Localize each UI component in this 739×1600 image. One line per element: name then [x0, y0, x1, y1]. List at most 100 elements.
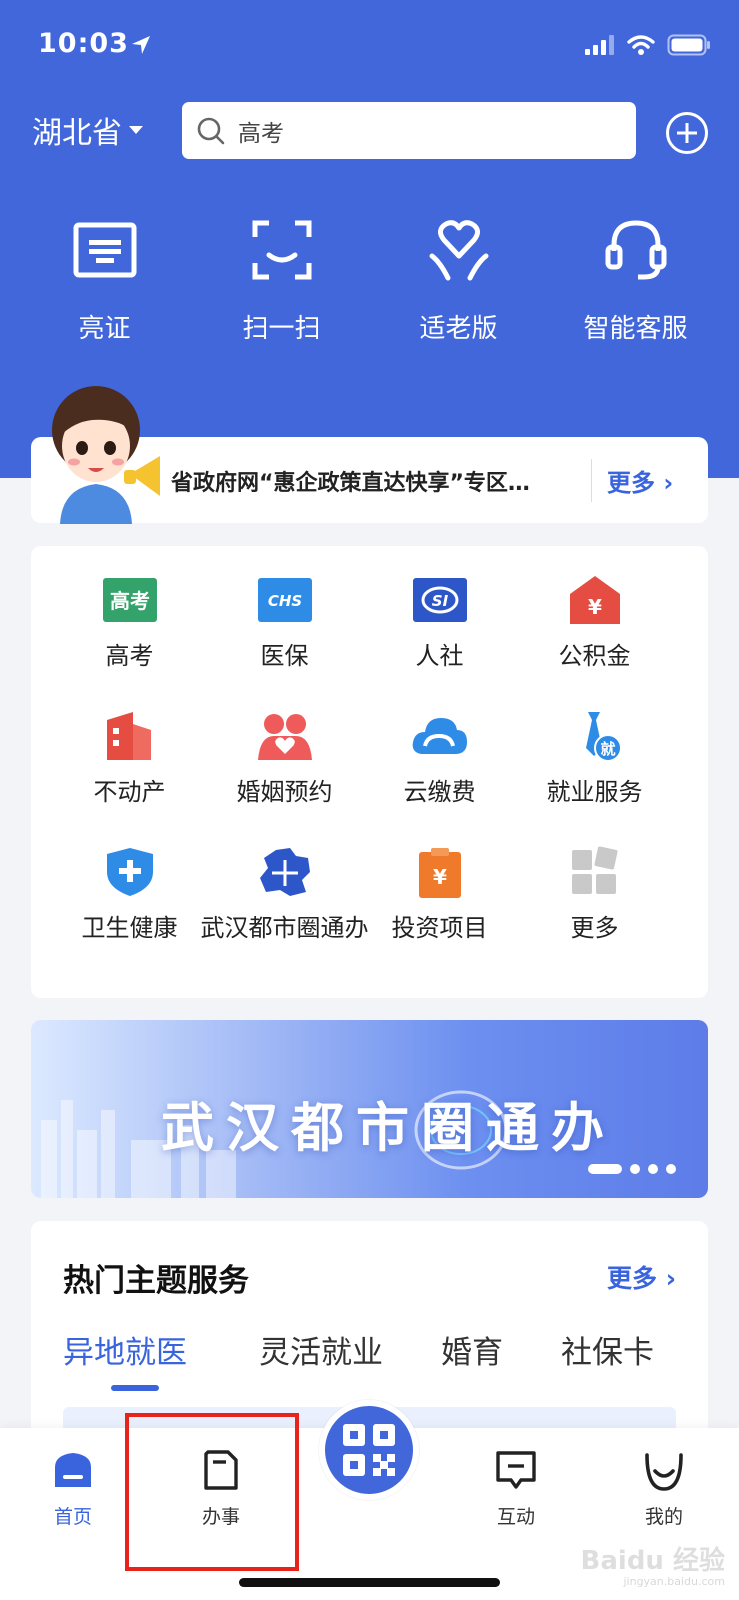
tab-label: 首页: [53, 1506, 92, 1528]
carousel-dot[interactable]: [648, 1164, 658, 1174]
quick-action-scan[interactable]: 扫一扫: [193, 210, 370, 345]
tab-interaction[interactable]: 互动: [461, 1444, 571, 1529]
svg-text:CHS: CHS: [267, 592, 301, 610]
qr-code-icon: [343, 1424, 395, 1476]
medical-insurance-icon: CHS: [257, 578, 312, 622]
carousel-dot-active[interactable]: [588, 1164, 622, 1174]
tab-label: 互动: [496, 1506, 535, 1528]
quick-action-label: 适老版: [419, 314, 498, 344]
quick-action-show-id[interactable]: 亮证: [16, 210, 193, 345]
investment-icon: ¥: [418, 848, 461, 898]
mascot-character-icon: [52, 386, 160, 524]
service-cloud-payment[interactable]: 云缴费: [355, 710, 524, 808]
qr-code-button[interactable]: [319, 1400, 419, 1500]
service-grid: 高考 高考 CHS 医保 SI 人社 ¥ 公积金 不动产 婚姻预约 云缴费 就 …: [31, 546, 708, 998]
svg-text:¥: ¥: [588, 595, 602, 619]
location-arrow-icon: [132, 36, 150, 54]
marriage-icon: [257, 714, 312, 760]
service-gaokao[interactable]: 高考 高考: [45, 574, 214, 672]
search-input[interactable]: 高考: [182, 102, 636, 159]
section-title: 热门主题服务: [63, 1263, 249, 1299]
service-label: 婚姻预约: [236, 778, 333, 806]
search-icon: [197, 117, 225, 144]
quick-action-label: 智能客服: [583, 314, 688, 344]
province-selector[interactable]: 湖北省: [32, 108, 144, 152]
notice-more-link[interactable]: 更多 ›: [607, 463, 673, 498]
scan-icon: [252, 220, 311, 280]
tab-home[interactable]: 首页: [18, 1444, 128, 1529]
service-housing-fund[interactable]: ¥ 公积金: [510, 574, 679, 672]
service-label: 不动产: [93, 778, 166, 806]
tab-marriage-birth[interactable]: 婚育: [441, 1327, 503, 1372]
search-placeholder: 高考: [238, 120, 284, 147]
banner-title: 武汉都市圈通办: [161, 1098, 616, 1159]
svg-text:高考: 高考: [110, 589, 150, 613]
service-social-security[interactable]: SI 人社: [355, 574, 524, 672]
status-time: 10:03: [38, 28, 129, 59]
service-investment[interactable]: ¥ 投资项目: [355, 846, 524, 944]
service-label: 高考: [105, 642, 154, 670]
tab-label: 我的: [644, 1506, 683, 1528]
service-marriage[interactable]: 婚姻预约: [200, 710, 369, 808]
employment-icon: 就: [585, 712, 622, 762]
service-label: 人社: [415, 642, 464, 670]
tab-profile[interactable]: 我的: [609, 1444, 719, 1529]
carousel-dot[interactable]: [630, 1164, 640, 1174]
home-indicator: [239, 1578, 500, 1587]
cloud-payment-icon: [412, 718, 467, 754]
home-icon: [55, 1453, 91, 1487]
divider: [591, 459, 592, 502]
service-label: 云缴费: [403, 778, 476, 806]
notice-text: 省政府网“惠企政策直达快享”专区…: [171, 471, 530, 496]
notice-more-label: 更多: [607, 469, 655, 497]
promo-banner[interactable]: 武汉都市圈通办: [31, 1020, 708, 1198]
svg-text:¥: ¥: [433, 865, 447, 889]
more-grid-icon: [571, 846, 617, 894]
service-label: 就业服务: [546, 778, 643, 806]
service-health[interactable]: 卫生健康: [45, 846, 214, 944]
social-security-icon: SI: [412, 578, 467, 622]
province-label: 湖北省: [32, 116, 122, 151]
service-real-estate[interactable]: 不动产: [45, 710, 214, 808]
service-medical-insurance[interactable]: CHS 医保: [200, 574, 369, 672]
service-wuhan-circle[interactable]: 武汉都市圈通办: [200, 846, 369, 944]
tab-flexible-employment[interactable]: 灵活就业: [259, 1327, 383, 1372]
wifi-icon: [627, 35, 655, 55]
id-card-icon: [73, 222, 136, 278]
svg-text:就: 就: [600, 740, 615, 758]
service-label: 公积金: [558, 642, 631, 670]
status-bar: 10:03: [0, 0, 739, 92]
quick-action-elderly[interactable]: 适老版: [370, 210, 547, 345]
service-employment[interactable]: 就 就业服务: [510, 710, 679, 808]
service-label: 卫生健康: [81, 914, 178, 942]
tab-social-security-card[interactable]: 社保卡: [561, 1327, 654, 1372]
topics-more-link[interactable]: 更多 ›: [607, 1259, 676, 1295]
elderly-heart-icon: [429, 220, 488, 281]
service-more[interactable]: 更多: [510, 846, 679, 944]
quick-actions: 亮证 扫一扫 适老版 智能客服: [0, 210, 739, 345]
battery-icon: [667, 34, 710, 56]
status-icons: [585, 34, 711, 56]
signal-icon: [585, 35, 614, 55]
service-label: 医保: [260, 642, 309, 670]
highlight-box: [125, 1413, 299, 1571]
add-button[interactable]: [666, 112, 708, 154]
chat-icon: [496, 1451, 536, 1489]
profile-smile-icon: [645, 1453, 683, 1491]
active-tab-indicator: [111, 1385, 159, 1391]
carousel-dot[interactable]: [666, 1164, 676, 1174]
watermark-url: jingyan.baidu.com: [623, 1575, 725, 1588]
topics-more-label: 更多: [606, 1264, 657, 1293]
tab-remote-medical[interactable]: 异地就医: [63, 1327, 187, 1372]
caret-down-icon: [129, 126, 143, 134]
wuhan-circle-icon: [259, 848, 310, 896]
gaokao-icon: 高考: [102, 578, 157, 622]
quick-action-service[interactable]: 智能客服: [547, 210, 724, 345]
watermark-logo: Baidu 经验: [580, 1546, 725, 1576]
quick-action-label: 扫一扫: [242, 314, 321, 344]
housing-fund-icon: ¥: [569, 576, 620, 624]
service-label: 武汉都市圈通办: [200, 914, 369, 942]
carousel-indicator: [588, 1164, 676, 1174]
health-icon: [106, 848, 153, 896]
service-label: 更多: [570, 914, 619, 942]
